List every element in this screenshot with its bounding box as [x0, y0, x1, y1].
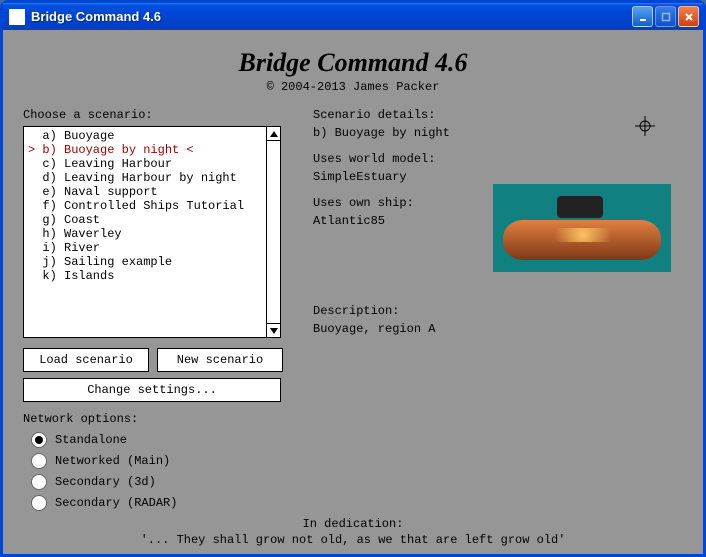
network-option-label: Standalone — [55, 433, 127, 447]
scenario-item[interactable]: g) Coast — [28, 213, 262, 227]
load-scenario-button[interactable]: Load scenario — [23, 348, 149, 372]
scroll-up-button[interactable] — [267, 127, 280, 141]
copyright: © 2004-2013 James Packer — [23, 80, 683, 94]
scenario-listbox[interactable]: a) Buoyage> b) Buoyage by night < c) Lea… — [23, 126, 281, 338]
client-area: Bridge Command 4.6 © 2004-2013 James Pac… — [3, 30, 703, 554]
network-option-label: Networked (Main) — [55, 454, 170, 468]
new-scenario-button[interactable]: New scenario — [157, 348, 283, 372]
scenario-item[interactable]: j) Sailing example — [28, 255, 262, 269]
change-settings-button[interactable]: Change settings... — [23, 378, 281, 402]
scenario-item[interactable]: k) Islands — [28, 269, 262, 283]
scenario-item[interactable]: > b) Buoyage by night < — [28, 143, 262, 157]
scroll-down-button[interactable] — [267, 323, 280, 337]
dedication-title: In dedication: — [3, 516, 703, 532]
app-title: Bridge Command 4.6 — [23, 48, 683, 78]
scenario-item[interactable]: a) Buoyage — [28, 129, 262, 143]
scenario-item[interactable]: d) Leaving Harbour by night — [28, 171, 262, 185]
dedication: In dedication: '... They shall grow not … — [3, 516, 703, 548]
minimize-button[interactable] — [632, 6, 653, 27]
scenario-item[interactable]: c) Leaving Harbour — [28, 157, 262, 171]
network-option[interactable]: Secondary (3d) — [31, 472, 283, 491]
choose-scenario-label: Choose a scenario: — [23, 108, 283, 122]
radio-icon[interactable] — [31, 474, 47, 490]
titlebar[interactable]: Bridge Command 4.6 — [3, 3, 703, 30]
close-button[interactable] — [678, 6, 699, 27]
radio-icon[interactable] — [31, 495, 47, 511]
app-window: Bridge Command 4.6 Bridge Command 4.6 © … — [0, 0, 706, 557]
scroll-track[interactable] — [267, 141, 280, 323]
network-options-label: Network options: — [23, 412, 283, 426]
scenario-name-value: b) Buoyage by night — [313, 126, 683, 140]
description-label: Description: — [313, 304, 683, 318]
network-option[interactable]: Standalone — [31, 430, 283, 449]
radio-icon[interactable] — [31, 453, 47, 469]
network-option-label: Secondary (3d) — [55, 475, 156, 489]
scenario-details-label: Scenario details: — [313, 108, 683, 122]
world-model-value: SimpleEstuary — [313, 170, 683, 184]
crosshair-icon — [635, 116, 655, 136]
network-option[interactable]: Secondary (RADAR) — [31, 493, 283, 512]
radio-icon[interactable] — [31, 432, 47, 448]
scenario-item[interactable]: i) River — [28, 241, 262, 255]
app-icon — [9, 9, 25, 25]
network-option[interactable]: Networked (Main) — [31, 451, 283, 470]
dedication-quote: '... They shall grow not old, as we that… — [3, 532, 703, 548]
ship-preview-image — [493, 184, 671, 272]
scenario-item[interactable]: h) Waverley — [28, 227, 262, 241]
scenario-item[interactable]: e) Naval support — [28, 185, 262, 199]
description-value: Buoyage, region A — [313, 322, 683, 336]
scrollbar[interactable] — [266, 127, 280, 337]
maximize-button[interactable] — [655, 6, 676, 27]
world-model-label: Uses world model: — [313, 152, 683, 166]
network-option-label: Secondary (RADAR) — [55, 496, 177, 510]
window-title: Bridge Command 4.6 — [31, 9, 632, 24]
scenario-item[interactable]: f) Controlled Ships Tutorial — [28, 199, 262, 213]
